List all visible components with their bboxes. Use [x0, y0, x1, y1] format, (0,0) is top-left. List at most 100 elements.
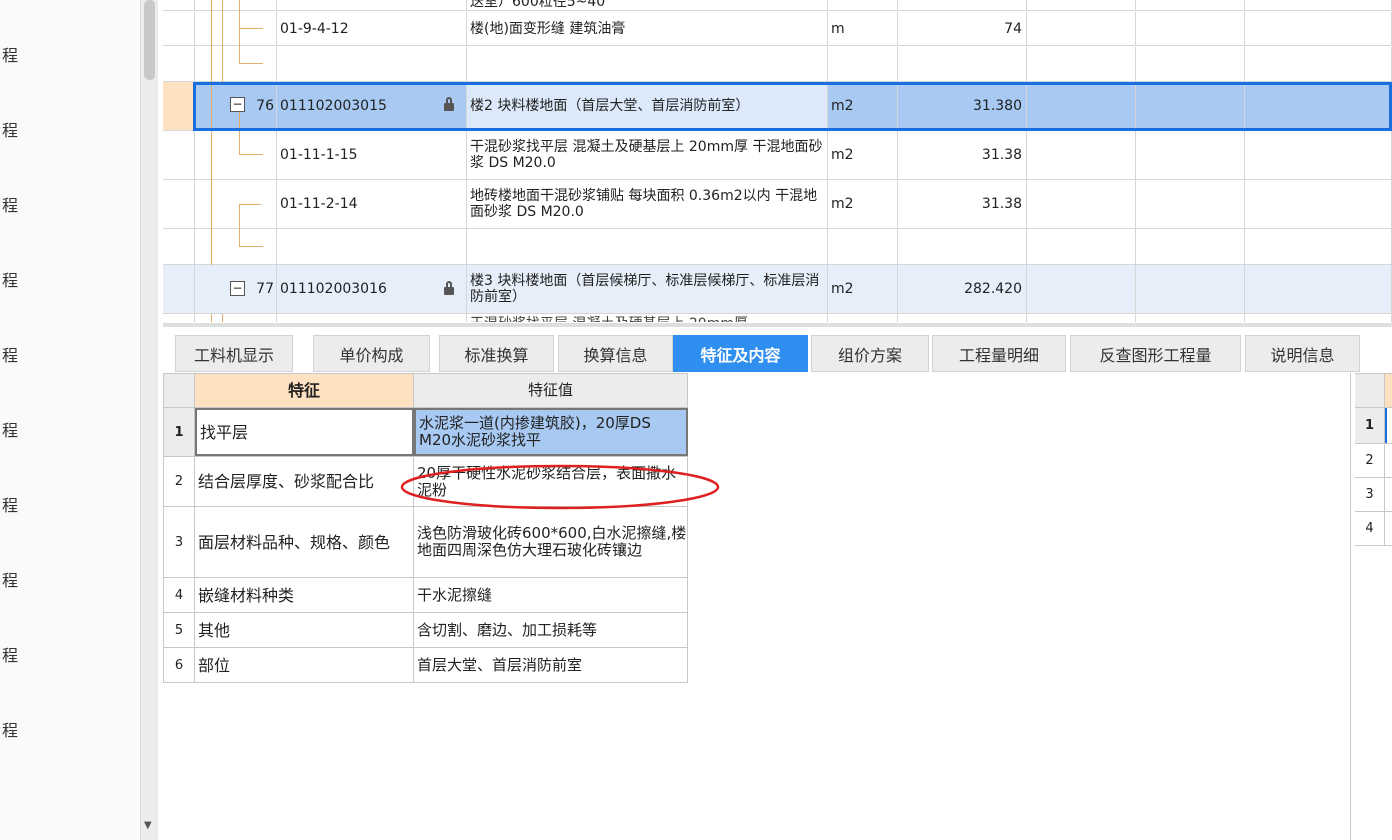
tab-description-info[interactable]: 说明信息 — [1245, 335, 1360, 372]
feature-value-cell[interactable]: 浅色防滑玻化砖600*600,白水泥擦缝,楼地面四周深色仿大理石玻化砖镶边 — [414, 507, 688, 577]
sidebar-item[interactable]: 程 — [2, 492, 18, 516]
tab-labor-material-machine[interactable]: 工料机显示 — [175, 335, 293, 372]
sidebar-item[interactable]: 程 — [2, 192, 18, 216]
tab-conversion-info[interactable]: 换算信息 — [558, 335, 673, 372]
table-row[interactable]: 6 部位 首层大堂、首层消防前室 — [163, 648, 688, 683]
table-row[interactable] — [163, 47, 1392, 82]
unit-cell: m2 — [828, 180, 898, 228]
row-number: 4 — [163, 578, 195, 612]
sidebar-item[interactable]: 程 — [2, 567, 18, 591]
scroll-down-arrow-icon[interactable]: ▼ — [144, 820, 152, 831]
table-row[interactable]: 01-11-2-14 地砖楼地面干混砂浆铺贴 每块面积 0.36m2以内 干混地… — [163, 180, 1392, 229]
row-number: 2 — [163, 457, 195, 506]
tree-line — [211, 314, 212, 322]
tree-line — [211, 0, 212, 82]
code-cell: 01-11-1-15 — [277, 131, 467, 179]
feature-value-cell[interactable]: 干水泥擦缝 — [414, 578, 688, 612]
feature-name-cell[interactable]: 其他 — [195, 613, 414, 647]
left-sidebar: 程 程 程 程 程 程 程 程 程 程 — [0, 0, 140, 840]
feature-value-cell[interactable]: 含切割、磨边、加工损耗等 — [414, 613, 688, 647]
table-row[interactable]: 干混砂浆找平层 混凝土及硬基层上 20mm厚 — [163, 314, 1392, 322]
tree-line — [239, 204, 263, 247]
tab-features-content[interactable]: 特征及内容 — [673, 335, 808, 372]
table-row[interactable] — [163, 229, 1392, 265]
sidebar-item[interactable]: 程 — [2, 642, 18, 666]
row-number: 3 — [163, 507, 195, 577]
tab-reverse-graphic-quantity[interactable]: 反查图形工程量 — [1070, 335, 1241, 372]
description-cell: 楼3 块料楼地面（首层候梯厅、标准层候梯厅、标准层消防前室） — [467, 265, 828, 313]
description-cell: 干混砂浆找平层 混凝土及硬基层上 20mm厚 干混地面砂浆 DS M20.0 — [467, 131, 828, 179]
sidebar-item[interactable]: 程 — [2, 417, 18, 441]
quantity-cell: 31.38 — [898, 180, 1027, 228]
sidebar-item[interactable]: 程 — [2, 117, 18, 141]
sidebar-item[interactable]: 程 — [2, 42, 18, 66]
tree-line — [211, 82, 212, 131]
tab-standard-conversion[interactable]: 标准换算 — [439, 335, 554, 372]
code-cell: 01-11-2-14 — [277, 180, 467, 228]
header-feature[interactable]: 特征 — [195, 374, 414, 407]
feature-value-cell[interactable]: 水泥浆一道(内掺建筑胶)，20厚DS M20水泥砂浆找平 — [414, 408, 688, 456]
feature-name-cell[interactable]: 结合层厚度、砂浆配合比 — [195, 457, 414, 506]
panel-divider — [1350, 373, 1351, 840]
row-number: 4 — [1355, 512, 1385, 545]
sidebar-scrollbar[interactable]: ▼ — [140, 0, 158, 840]
tree-line — [211, 131, 212, 265]
lock-icon — [444, 97, 454, 112]
collapse-icon[interactable]: − — [230, 97, 245, 112]
table-row[interactable]: 3 面层材料品种、规格、颜色 浅色防滑玻化砖600*600,白水泥擦缝,楼地面四… — [163, 507, 688, 578]
sidebar-item[interactable]: 程 — [2, 342, 18, 366]
description-cell: 楼(地)面变形缝 建筑油膏 — [467, 12, 828, 45]
code-cell: 011102003016 — [277, 265, 467, 313]
row-number: 2 — [1355, 444, 1385, 477]
table-row[interactable]: 01-9-4-12 楼(地)面变形缝 建筑油膏 m 74 — [163, 12, 1392, 46]
table-row[interactable]: 01-11-1-15 干混砂浆找平层 混凝土及硬基层上 20mm厚 干混地面砂浆… — [163, 131, 1392, 180]
table-row[interactable]: 4 嵌缝材料种类 干水泥擦缝 — [163, 578, 688, 613]
description-cell: 送室）600粒径5~40 — [467, 0, 828, 10]
unit-cell: m2 — [828, 82, 898, 130]
table-row[interactable]: 77 011102003016 楼3 块料楼地面（首层候梯厅、标准层候梯厅、标准… — [163, 265, 1392, 314]
code-cell: 01-9-4-12 — [277, 12, 467, 45]
table-row[interactable]: 4 — [1355, 512, 1392, 546]
feature-name-cell[interactable]: 找平层 — [195, 408, 414, 456]
table-row[interactable]: 5 其他 含切割、磨边、加工损耗等 — [163, 613, 688, 648]
row-number: 3 — [1355, 478, 1385, 511]
unit-cell: m2 — [828, 131, 898, 179]
quantity-cell: 31.38 — [898, 131, 1027, 179]
table-row[interactable]: 3 — [1355, 478, 1392, 512]
sidebar-item[interactable]: 程 — [2, 717, 18, 741]
description-cell: 地砖楼地面干混砂浆铺贴 每块面积 0.36m2以内 干混地面砂浆 DS M20.… — [467, 180, 828, 228]
unit-cell: m — [828, 12, 898, 45]
scrollbar-thumb[interactable] — [144, 0, 155, 80]
feature-value-cell[interactable]: 首层大堂、首层消防前室 — [414, 648, 688, 682]
red-ellipse-annotation — [400, 464, 720, 510]
table-header: 特征 特征值 — [163, 373, 688, 408]
tree-line — [239, 29, 263, 64]
tab-unit-price-composition[interactable]: 单价构成 — [313, 335, 430, 372]
table-row[interactable]: 1 — [1355, 408, 1392, 444]
tab-quantity-details[interactable]: 工程量明细 — [932, 335, 1066, 372]
feature-name-cell[interactable]: 嵌缝材料种类 — [195, 578, 414, 612]
collapse-icon[interactable]: − — [230, 281, 245, 296]
feature-name-cell[interactable]: 部位 — [195, 648, 414, 682]
table-row[interactable]: 1 找平层 水泥浆一道(内掺建筑胶)，20厚DS M20水泥砂浆找平 — [163, 408, 688, 457]
description-cell: 楼2 块料楼地面（首层大堂、首层消防前室） — [467, 82, 828, 130]
feature-name-cell[interactable]: 面层材料品种、规格、颜色 — [195, 507, 414, 577]
tree-line — [222, 0, 223, 82]
code-cell: 011102003015 — [277, 82, 467, 130]
quantity-cell: 282.420 — [898, 265, 1027, 313]
tab-pricing-scheme[interactable]: 组价方案 — [811, 335, 929, 372]
quantity-grid: 送室）600粒径5~40 01-9-4-12 楼(地)面变形缝 建筑油膏 m 7… — [163, 0, 1392, 322]
table-header — [1355, 373, 1392, 408]
header-feature-value[interactable]: 特征值 — [414, 374, 688, 407]
table-row-selected[interactable]: 76 011102003015 楼2 块料楼地面（首层大堂、首层消防前室） m2… — [163, 82, 1392, 131]
sidebar-item[interactable]: 程 — [2, 267, 18, 291]
table-row[interactable]: 2 — [1355, 444, 1392, 478]
quantity-cell: 31.380 — [898, 82, 1027, 130]
table-row[interactable]: 送室）600粒径5~40 — [163, 0, 1392, 11]
row-number: 1 — [1355, 408, 1385, 443]
row-number: 5 — [163, 613, 195, 647]
description-cell: 干混砂浆找平层 混凝土及硬基层上 20mm厚 — [467, 314, 828, 322]
tree-line — [239, 0, 263, 29]
row-number: 1 — [163, 408, 195, 456]
row-number: 6 — [163, 648, 195, 682]
